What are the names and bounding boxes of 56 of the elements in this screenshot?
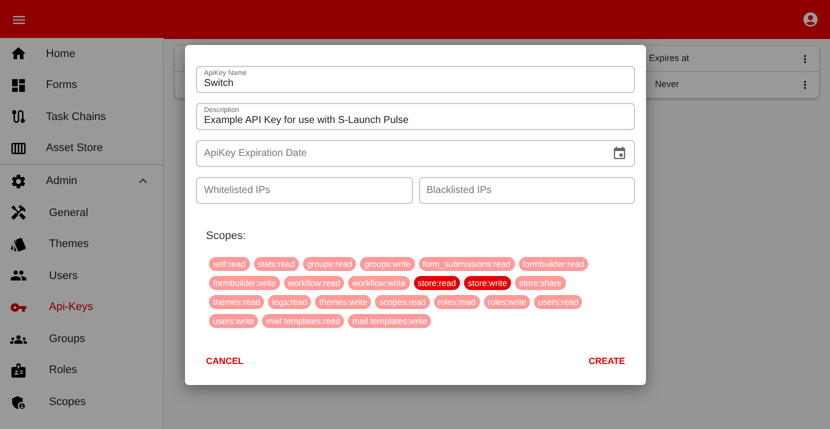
route-icon [10,108,27,126]
field-placeholder: ApiKey Expiration Date [204,147,308,161]
scope-chip[interactable]: formbuilder:write [209,276,280,290]
calendar-icon[interactable] [612,146,627,161]
cards-icon [10,236,27,253]
input-field[interactable]: Whitelisted IPs [196,177,412,204]
sidebar-label: Scopes [49,395,86,410]
dialog-button[interactable]: CANCEL [206,354,244,368]
scope-chip[interactable]: groups:write [360,256,415,270]
sidebar-label: Themes [49,237,89,252]
sidebar-label: Task Chains [46,110,106,125]
scope-chip[interactable]: roles:read [434,294,480,308]
tools-icon [10,204,27,222]
sidebar-label: General [49,206,88,221]
sidebar-label: Api-Keys [49,300,94,316]
field-placeholder: Whitelisted IPs [204,184,272,198]
scope-chip[interactable]: themes:write [315,294,372,308]
sidebar-label: Users [49,268,78,284]
dashboard-icon [10,76,27,94]
scope-chip[interactable]: formbuilder:read [518,256,588,270]
dialog-button[interactable]: CREATE [588,354,625,368]
sidebar-label: Admin [46,174,78,189]
sidebar-label: Roles [49,363,78,378]
scope-chip[interactable]: groups:read [302,256,356,270]
sidebar-label: Asset Store [46,141,103,156]
scope-chip[interactable]: mail templates:read [262,314,344,328]
badge-icon [10,362,27,380]
scope-chip[interactable]: store:read [414,276,460,290]
scope-chip[interactable]: store:share [515,276,566,290]
sidebar-label: Forms [46,78,78,94]
column-header: Expires at [649,52,690,65]
shield-icon [10,394,27,411]
scope-chip[interactable]: stats:read [254,256,299,270]
sidebar-label: Home [46,46,76,62]
field-placeholder: Blacklisted IPs [426,184,493,198]
scope-chip[interactable]: users:write [209,314,258,328]
scopes-heading: Scopes: [206,229,247,244]
table-cell-text: Never [655,78,680,92]
scope-chip[interactable]: themes:read [209,294,264,308]
sidebar-label: Groups [49,332,86,347]
scope-chip[interactable]: self:read [209,256,250,270]
field-value: Switch [204,78,234,90]
input-field[interactable]: ApiKey Expiration Date [196,140,635,167]
scope-chip[interactable]: roles:write [484,294,530,308]
scope-chip[interactable]: logs:read [268,294,312,308]
scope-chip[interactable]: form_submissions:read [418,256,514,270]
scope-chip[interactable]: users:read [534,294,582,308]
account-icon[interactable] [802,11,819,28]
scope-chip[interactable]: store:write [464,276,512,290]
scope-chip[interactable]: workflow:read [284,276,344,290]
scope-chip[interactable]: workflow:write [348,276,410,290]
input-field[interactable]: Blacklisted IPs [418,177,635,204]
scope-chip[interactable]: mail templates:write [348,314,432,328]
gear-icon [10,172,27,190]
field-value: Example API Key for use with S-Launch Pulse [204,114,410,126]
scope-chip[interactable]: scopes:read [375,294,430,308]
